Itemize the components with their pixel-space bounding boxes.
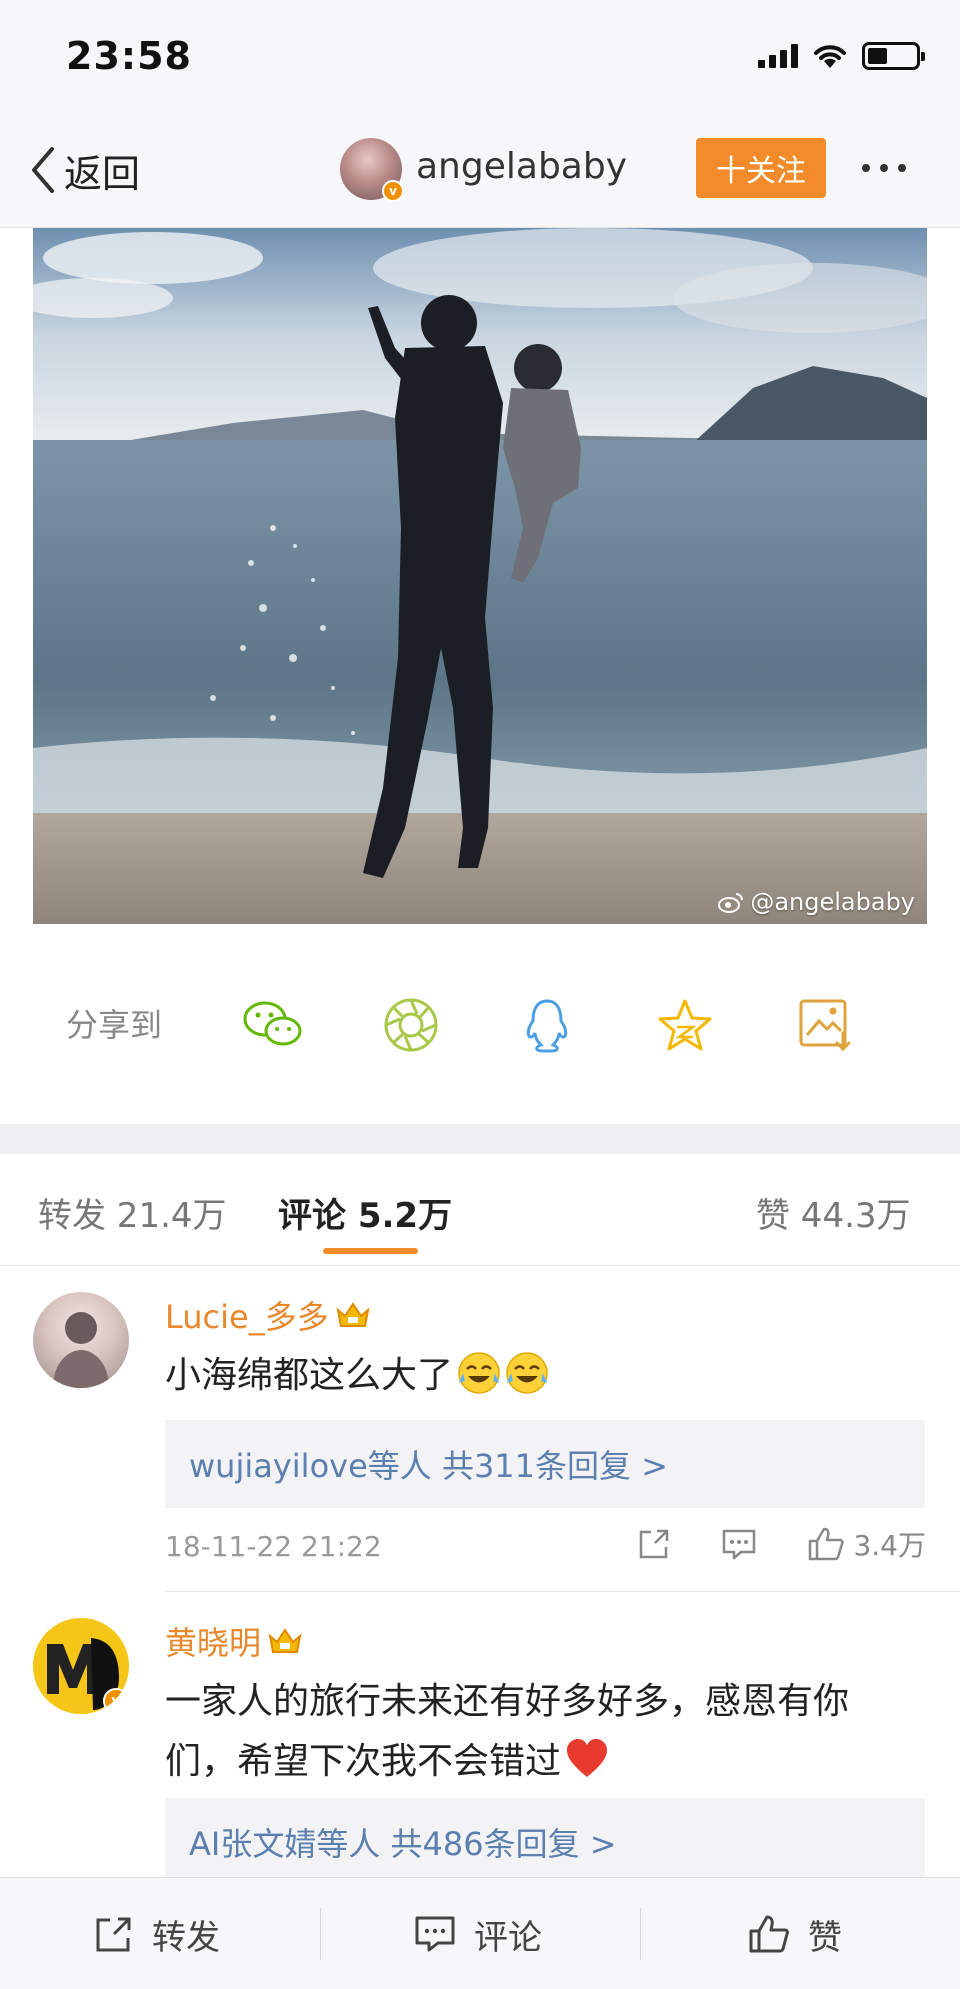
save-image-icon[interactable] bbox=[792, 992, 858, 1058]
active-tab-indicator bbox=[323, 1248, 418, 1254]
like-label: 赞 bbox=[808, 1917, 842, 1958]
back-button[interactable]: 返回 bbox=[28, 140, 140, 200]
bottom-separator bbox=[320, 1908, 321, 1960]
comment-item: Lucie_多多 小海绵都这么大了 wujiayilove等人 共311条回复 … bbox=[0, 1266, 960, 1592]
like-button[interactable]: 赞 bbox=[748, 1878, 842, 1989]
comment-repost-button[interactable] bbox=[637, 1527, 671, 1561]
commenter-avatar[interactable]: v bbox=[33, 1618, 129, 1714]
comment-text-line2: 们，希望下次我不会错过 bbox=[165, 1741, 562, 1782]
reply-summary[interactable]: wujiayilove等人 共311条回复 > bbox=[165, 1420, 925, 1508]
status-icons bbox=[758, 42, 925, 70]
bottom-action-bar: 转发 评论 赞 bbox=[0, 1877, 960, 1989]
repost-icon bbox=[96, 1917, 131, 1952]
red-heart-emoji bbox=[567, 1739, 608, 1777]
comment-label: 评论 bbox=[474, 1917, 542, 1958]
commenter-name[interactable]: 黄晓明 bbox=[165, 1618, 303, 1664]
watermark-text: @angelababy bbox=[750, 888, 915, 916]
qq-icon[interactable] bbox=[514, 992, 580, 1058]
comment-icon bbox=[415, 1916, 455, 1952]
comment-text: 一家人的旅行未来还有好多好多，感恩有你 们，希望下次我不会错过 bbox=[165, 1672, 925, 1792]
moments-icon[interactable] bbox=[378, 992, 444, 1058]
author-username[interactable]: angelababy bbox=[416, 146, 627, 187]
wechat-icon[interactable] bbox=[240, 992, 306, 1058]
crying-laughing-emoji bbox=[458, 1352, 500, 1394]
comment-item: v 黄晓明 一家人的旅行未来还有好多好多，感恩有你 们，希望下次我不会错过 AI… bbox=[0, 1592, 960, 1886]
post-tabs: 转发 21.4万 评论 5.2万 赞 44.3万 bbox=[0, 1154, 960, 1266]
back-label: 返回 bbox=[64, 151, 141, 196]
thumbs-up-icon bbox=[749, 1915, 789, 1953]
section-divider bbox=[0, 1124, 960, 1154]
tab-likes[interactable]: 赞 44.3万 bbox=[756, 1188, 911, 1237]
top-bar: 23:58 返回 v angelababy 十关注 bbox=[0, 0, 960, 228]
status-time: 23:58 bbox=[66, 34, 192, 78]
repost-button[interactable]: 转发 bbox=[94, 1878, 220, 1989]
repost-icon bbox=[640, 1529, 669, 1559]
comment-reply-button[interactable] bbox=[721, 1527, 757, 1561]
commenter-avatar[interactable] bbox=[33, 1292, 129, 1388]
comment-text-line2-wrap: 们，希望下次我不会错过 bbox=[165, 1732, 925, 1792]
weibo-logo-icon bbox=[718, 893, 744, 913]
reply-summary[interactable]: AI张文婧等人 共486条回复 > bbox=[165, 1798, 925, 1886]
vip-crown-icon bbox=[336, 1302, 370, 1327]
commenter-name-text: Lucie_多多 bbox=[165, 1298, 329, 1336]
comment-like-button[interactable]: 3.4万 bbox=[807, 1524, 926, 1564]
beach-photo-illustration bbox=[33, 228, 927, 924]
thumbs-up-icon bbox=[809, 1527, 845, 1561]
author-avatar[interactable]: v bbox=[340, 138, 404, 202]
verified-badge-icon: v bbox=[382, 180, 404, 202]
chevron-left-icon bbox=[32, 147, 54, 193]
comment-like-count: 3.4万 bbox=[853, 1529, 926, 1562]
verified-badge-icon: v bbox=[103, 1688, 129, 1714]
share-label: 分享到 bbox=[66, 1006, 163, 1044]
wifi-icon bbox=[814, 45, 846, 68]
photo-watermark: @angelababy bbox=[718, 888, 915, 916]
comment-icon bbox=[723, 1529, 756, 1560]
comment-button[interactable]: 评论 bbox=[414, 1878, 542, 1989]
more-options-icon[interactable] bbox=[862, 150, 906, 186]
comment-text-line1: 一家人的旅行未来还有好多好多，感恩有你 bbox=[165, 1681, 850, 1722]
qzone-star-icon[interactable] bbox=[652, 992, 718, 1058]
comment-timestamp: 18-11-22 21:22 bbox=[165, 1530, 382, 1563]
post-photo[interactable]: @angelababy bbox=[33, 228, 927, 924]
tab-reposts[interactable]: 转发 21.4万 bbox=[38, 1188, 227, 1237]
commenter-name-text: 黄晓明 bbox=[165, 1624, 262, 1662]
bottom-separator bbox=[640, 1908, 641, 1960]
tab-comments[interactable]: 评论 5.2万 bbox=[278, 1188, 452, 1237]
cellular-signal-icon bbox=[758, 44, 798, 68]
comment-actions: 3.4万 bbox=[637, 1524, 926, 1564]
comment-text: 小海绵都这么大了 bbox=[165, 1346, 925, 1406]
repost-label: 转发 bbox=[152, 1917, 220, 1958]
follow-button[interactable]: 十关注 bbox=[696, 138, 826, 198]
battery-icon bbox=[862, 42, 925, 70]
commenter-name[interactable]: Lucie_多多 bbox=[165, 1292, 371, 1338]
share-row: 分享到 bbox=[0, 970, 960, 1080]
crying-laughing-emoji bbox=[506, 1352, 548, 1394]
vip-crown-icon bbox=[268, 1628, 302, 1653]
comment-text-content: 小海绵都这么大了 bbox=[165, 1355, 454, 1396]
